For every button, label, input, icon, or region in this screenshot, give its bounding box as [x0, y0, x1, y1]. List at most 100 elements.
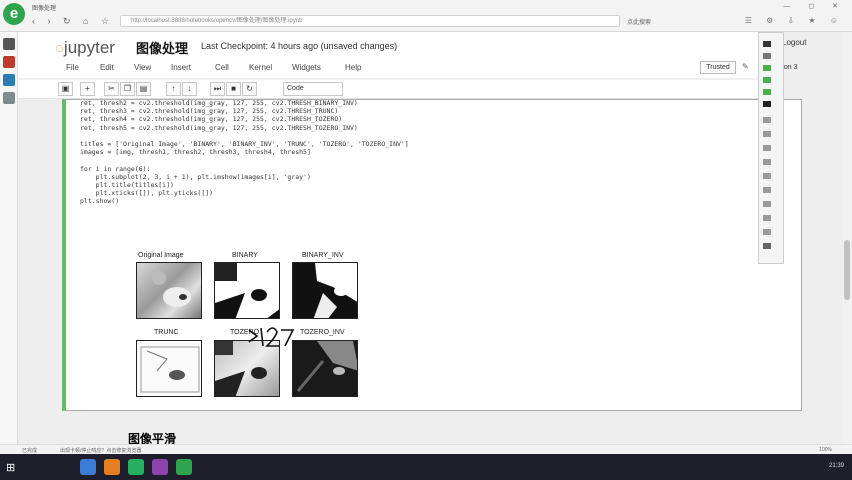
paste-icon[interactable]: ▤: [136, 82, 151, 96]
browser-status-bar: 已完成 出现卡顿/停止响应？点击修复浏览器 100%: [0, 444, 852, 454]
notebook-title[interactable]: 图像处理: [136, 38, 188, 57]
menu-cell[interactable]: Cell: [215, 63, 229, 72]
taskbar-app-icon[interactable]: [176, 459, 192, 475]
screen: e 图像处理 ‹ › ↻ ⌂ ☆ http://localhost:8888/n…: [0, 0, 852, 480]
menu-kernel[interactable]: Kernel: [249, 63, 272, 72]
code-editor[interactable]: ret, thresh2 = cv2.threshold(img_gray, 1…: [80, 99, 409, 206]
trunc-plot: [136, 340, 202, 397]
menu-view[interactable]: View: [134, 63, 151, 72]
tool-icon[interactable]: [763, 53, 771, 59]
copy-icon[interactable]: ❐: [120, 82, 135, 96]
jupyter-logo[interactable]: ◌jupyter: [55, 38, 115, 58]
menu-edit[interactable]: Edit: [100, 63, 114, 72]
pencil-icon[interactable]: ✎: [742, 62, 749, 71]
tool-icon[interactable]: [763, 201, 771, 207]
jupyter-header: ◌jupyter 图像处理 Last Checkpoint: 4 hours a…: [18, 32, 758, 60]
browser-nav-icons[interactable]: ‹ › ↻ ⌂ ☆: [32, 16, 114, 27]
tool-icon[interactable]: [763, 131, 771, 137]
jupyter-logo-text: jupyter: [63, 38, 115, 57]
checkpoint-status: Last Checkpoint: 4 hours ago (unsaved ch…: [201, 41, 398, 51]
browser-logo-icon[interactable]: e: [3, 3, 25, 25]
code-line[interactable]: plt.xticks([]), plt.yticks([]): [80, 189, 409, 197]
tool-icon[interactable]: [763, 145, 771, 151]
tool-icon[interactable]: [763, 41, 771, 47]
code-line[interactable]: [80, 132, 409, 140]
figure-title: BINARY: [232, 252, 258, 259]
tool-icon[interactable]: [763, 117, 771, 123]
taskbar-app-icon[interactable]: [152, 459, 168, 475]
sidebar-app-icon[interactable]: [3, 74, 15, 86]
browser-sidebar: [0, 32, 18, 454]
tool-icon[interactable]: [763, 77, 771, 83]
code-line[interactable]: images = [img, thresh1, thresh2, thresh3…: [80, 148, 409, 156]
floating-tool-panel[interactable]: [758, 32, 784, 264]
binary-plot: [214, 262, 280, 319]
code-line[interactable]: ret, thresh4 = cv2.threshold(img_gray, 1…: [80, 115, 409, 123]
tool-icon[interactable]: [763, 187, 771, 193]
tool-icon[interactable]: [763, 243, 771, 249]
sidebar-app-icon[interactable]: [3, 92, 15, 104]
cut-icon[interactable]: ✂: [104, 82, 119, 96]
code-line[interactable]: ret, thresh5 = cv2.threshold(img_gray, 1…: [80, 124, 409, 132]
taskbar-app-icon[interactable]: [104, 459, 120, 475]
taskbar-clock[interactable]: 21:39: [829, 463, 844, 469]
stop-icon[interactable]: ■: [226, 82, 241, 96]
binary-inv-plot: [292, 262, 358, 319]
move-up-icon[interactable]: ↑: [166, 82, 181, 96]
tool-icon[interactable]: [763, 215, 771, 221]
taskbar-app-icon[interactable]: [128, 459, 144, 475]
code-line[interactable]: ret, thresh2 = cv2.threshold(img_gray, 1…: [80, 99, 409, 107]
jupyter-logo-icon: ◌: [55, 40, 64, 57]
original-image-plot: [136, 262, 202, 319]
search-box[interactable]: 点此搜索: [627, 17, 651, 26]
tozero-inv-plot: [292, 340, 358, 397]
figure-title: TRUNC: [154, 329, 179, 336]
figure-title: BINARY_INV: [302, 252, 344, 259]
address-bar[interactable]: http://localhost:8888/notebooks/opencv/图…: [120, 15, 620, 27]
trusted-badge[interactable]: Trusted: [700, 61, 736, 74]
menu-widgets[interactable]: Widgets: [292, 63, 321, 72]
menu-file[interactable]: File: [66, 63, 79, 72]
browser-tab-title[interactable]: 图像处理: [32, 3, 56, 12]
figure-title: TOZERO_INV: [300, 329, 345, 336]
add-cell-icon[interactable]: +: [80, 82, 95, 96]
sidebar-app-icon[interactable]: [3, 56, 15, 68]
tool-icon[interactable]: [763, 101, 771, 107]
tool-icon[interactable]: [763, 65, 771, 71]
taskbar-app-icon[interactable]: [80, 459, 96, 475]
tool-icon[interactable]: [763, 89, 771, 95]
window-controls[interactable]: — ◻ ✕: [783, 2, 846, 10]
tool-icon[interactable]: [763, 229, 771, 235]
windows-start-icon[interactable]: ⊞: [6, 461, 15, 474]
cell-type-select[interactable]: Code: [283, 82, 343, 96]
status-message[interactable]: 出现卡顿/停止响应？点击修复浏览器: [60, 447, 141, 454]
menu-help[interactable]: Help: [345, 63, 361, 72]
figure-title: Original Image: [138, 252, 184, 259]
scrollbar-thumb[interactable]: [844, 240, 850, 300]
notebook-toolbar: ▣ + ✂ ❐ ▤ ↑ ↓ ⏭ ■ ↻ Code: [18, 80, 758, 99]
menu-bar: File Edit View Insert Cell Kernel Widget…: [18, 60, 758, 78]
code-line[interactable]: for i in range(6):: [80, 165, 409, 173]
code-line[interactable]: [80, 156, 409, 164]
tool-icon[interactable]: [763, 173, 771, 179]
move-down-icon[interactable]: ↓: [182, 82, 197, 96]
tool-icon[interactable]: [763, 159, 771, 165]
sidebar-app-icon[interactable]: [3, 38, 15, 50]
zoom-level[interactable]: 100%: [819, 447, 832, 453]
browser-toolbar: e 图像处理 ‹ › ↻ ⌂ ☆ http://localhost:8888/n…: [0, 0, 852, 32]
code-line[interactable]: titles = ['Original Image', 'BINARY', 'B…: [80, 140, 409, 148]
browser-extension-icons[interactable]: ☰ ⚙ ⇩ ★ ☺: [745, 16, 844, 25]
logout-button[interactable]: Logout: [782, 38, 806, 47]
restart-icon[interactable]: ↻: [242, 82, 257, 96]
code-line[interactable]: plt.title(titles[i]): [80, 181, 409, 189]
os-taskbar: ⊞ 21:39: [0, 454, 852, 480]
code-line[interactable]: ret, thresh3 = cv2.threshold(img_gray, 1…: [80, 107, 409, 115]
code-line[interactable]: plt.show(): [80, 197, 409, 205]
handwritten-annotation: [247, 324, 297, 353]
status-left: 已完成: [22, 448, 38, 454]
menu-insert[interactable]: Insert: [171, 63, 191, 72]
code-line[interactable]: plt.subplot(2, 3, i + 1), plt.imshow(ima…: [80, 173, 409, 181]
notebook-area: ret, thresh2 = cv2.threshold(img_gray, 1…: [18, 99, 802, 454]
run-icon[interactable]: ⏭: [210, 82, 225, 96]
save-icon[interactable]: ▣: [58, 82, 73, 96]
